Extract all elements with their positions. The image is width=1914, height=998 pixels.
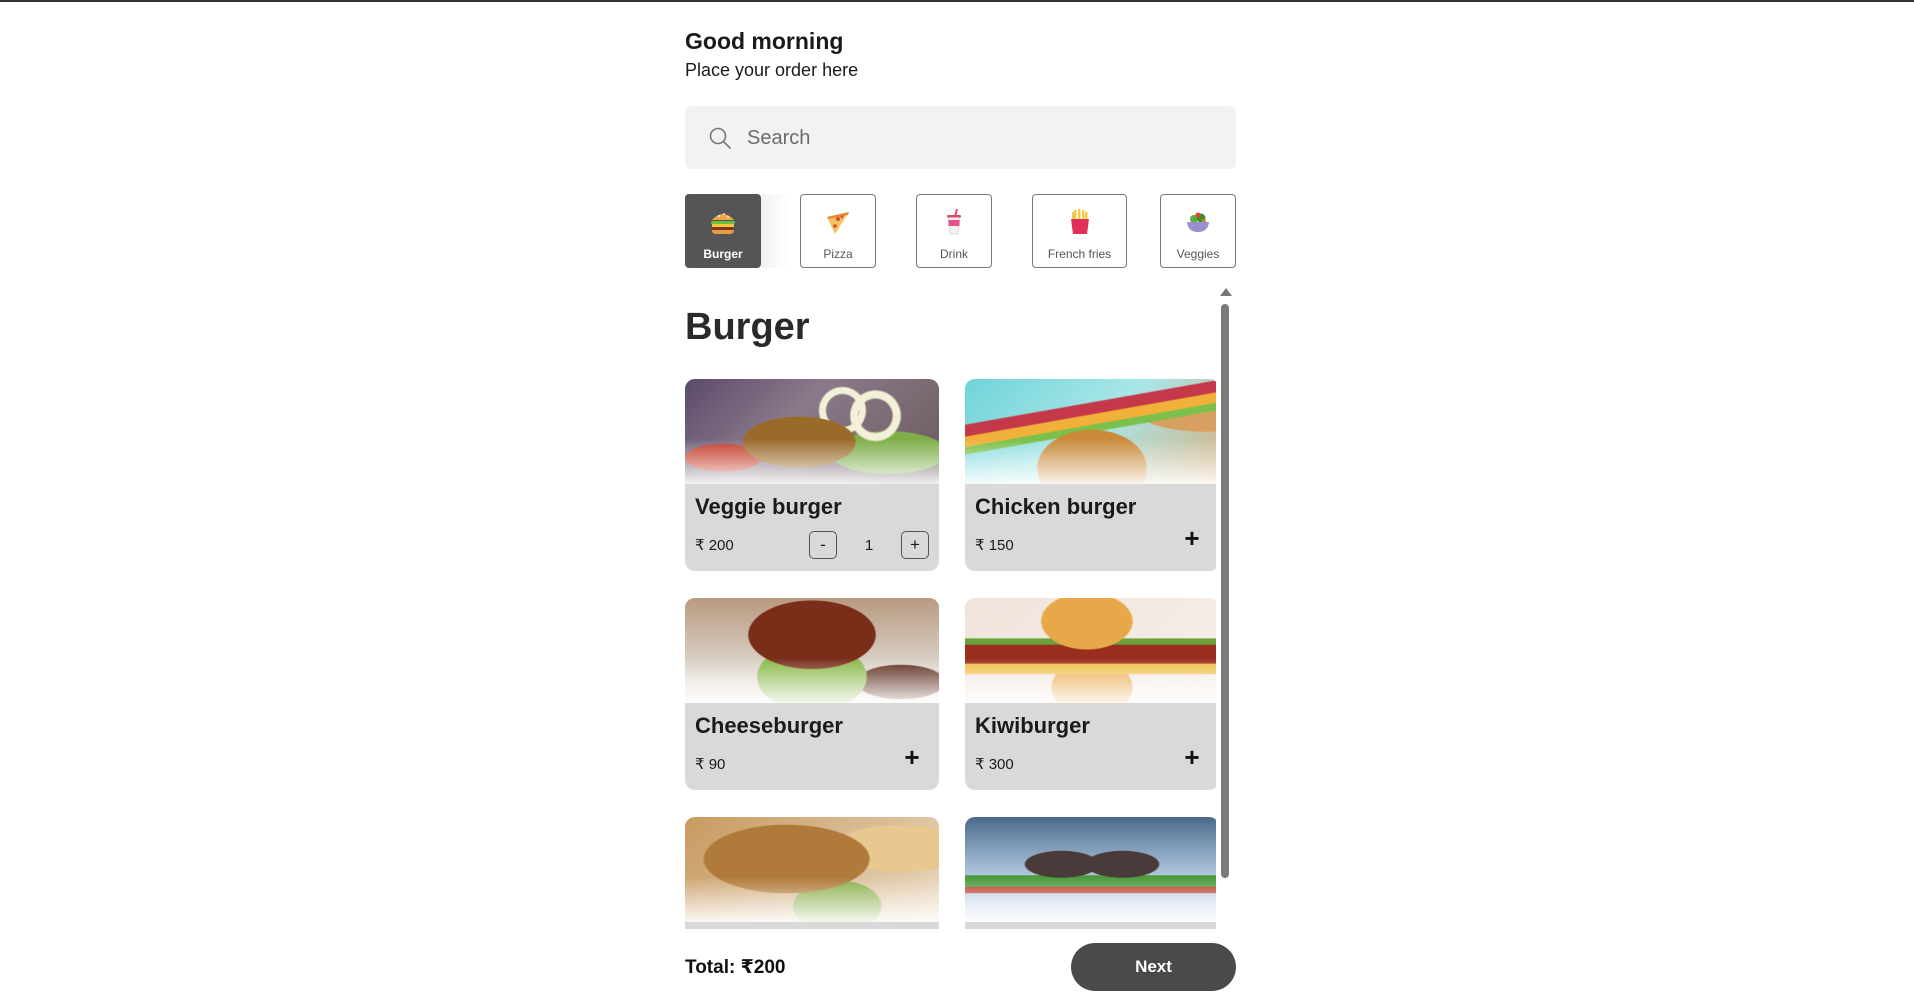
category-french-fries[interactable]: French fries: [1032, 194, 1127, 268]
menu-card-veggie-burger: Veggie burger ₹ 200 - 1 +: [685, 379, 939, 571]
order-app: Good morning Place your order here Burge…: [685, 0, 1236, 998]
drink-icon: [947, 208, 961, 235]
item-name: Veggie burger: [695, 494, 842, 519]
menu-grid: Veggie burger ₹ 200 - 1 + Chicken burger…: [685, 379, 1216, 929]
next-button[interactable]: Next: [1071, 943, 1236, 991]
item-price: ₹ 200: [695, 537, 734, 554]
add-to-cart-button[interactable]: +: [1179, 744, 1205, 770]
add-to-cart-button[interactable]: +: [1179, 525, 1205, 551]
quantity-stepper: - 1 +: [809, 531, 929, 561]
kiwiburger-photo: [965, 598, 1216, 703]
category-label: French fries: [1047, 247, 1112, 261]
burger-icon: [711, 213, 735, 234]
menu-card-patty-burger: [685, 817, 939, 929]
dark-bun-burgers-photo: [965, 817, 1216, 922]
category-label: Veggies: [1176, 247, 1220, 261]
item-price: ₹ 90: [695, 756, 726, 773]
menu-scrollbar[interactable]: [1219, 288, 1232, 930]
decrease-quantity-button[interactable]: -: [809, 531, 837, 559]
patty-burger-photo: [685, 817, 939, 922]
increase-quantity-button[interactable]: +: [901, 531, 929, 559]
scrollbar-thumb[interactable]: [1221, 304, 1229, 878]
order-total: Total: ₹200: [685, 957, 786, 978]
item-price: ₹ 300: [975, 756, 1014, 773]
menu-card-kiwiburger: Kiwiburger ₹ 300 +: [965, 598, 1216, 790]
add-to-cart-button[interactable]: +: [899, 744, 925, 770]
french-fries-icon: [1070, 209, 1089, 234]
item-name: Chicken burger: [975, 494, 1137, 519]
item-price: ₹ 150: [975, 537, 1014, 554]
menu-card-cheeseburger: Cheeseburger ₹ 90 +: [685, 598, 939, 790]
greeting-title: Good morning: [685, 28, 844, 54]
veggie-burger-photo: [685, 379, 939, 484]
cheeseburger-photo: [685, 598, 939, 703]
active-tab-shadow: [761, 194, 789, 268]
menu-card-dark-bun-burgers: [965, 817, 1216, 929]
item-name: Cheeseburger: [695, 713, 843, 738]
greeting-subtitle: Place your order here: [685, 60, 859, 80]
category-burger[interactable]: Burger: [685, 194, 761, 268]
chicken-burger-photo: [965, 379, 1216, 484]
search-input[interactable]: [745, 106, 1219, 171]
category-label: Pizza: [823, 247, 853, 261]
category-veggies[interactable]: Veggies: [1160, 194, 1236, 268]
pizza-icon: [827, 212, 849, 234]
category-drink[interactable]: Drink: [916, 194, 992, 268]
quantity-value: 1: [864, 537, 874, 554]
veggies-icon: [1187, 212, 1209, 232]
item-name: Kiwiburger: [975, 713, 1090, 738]
section-title: Burger: [685, 306, 810, 348]
category-label: Drink: [939, 247, 968, 261]
category-pizza[interactable]: Pizza: [800, 194, 876, 268]
category-bar: Burger Pizza Drink French fries Veggies: [685, 194, 1236, 270]
category-label: Burger: [703, 247, 743, 261]
scroll-up-arrow-icon[interactable]: [1220, 288, 1232, 296]
search-bar[interactable]: [685, 106, 1236, 171]
search-icon: [709, 127, 731, 149]
menu-card-chicken-burger: Chicken burger ₹ 150 +: [965, 379, 1216, 571]
